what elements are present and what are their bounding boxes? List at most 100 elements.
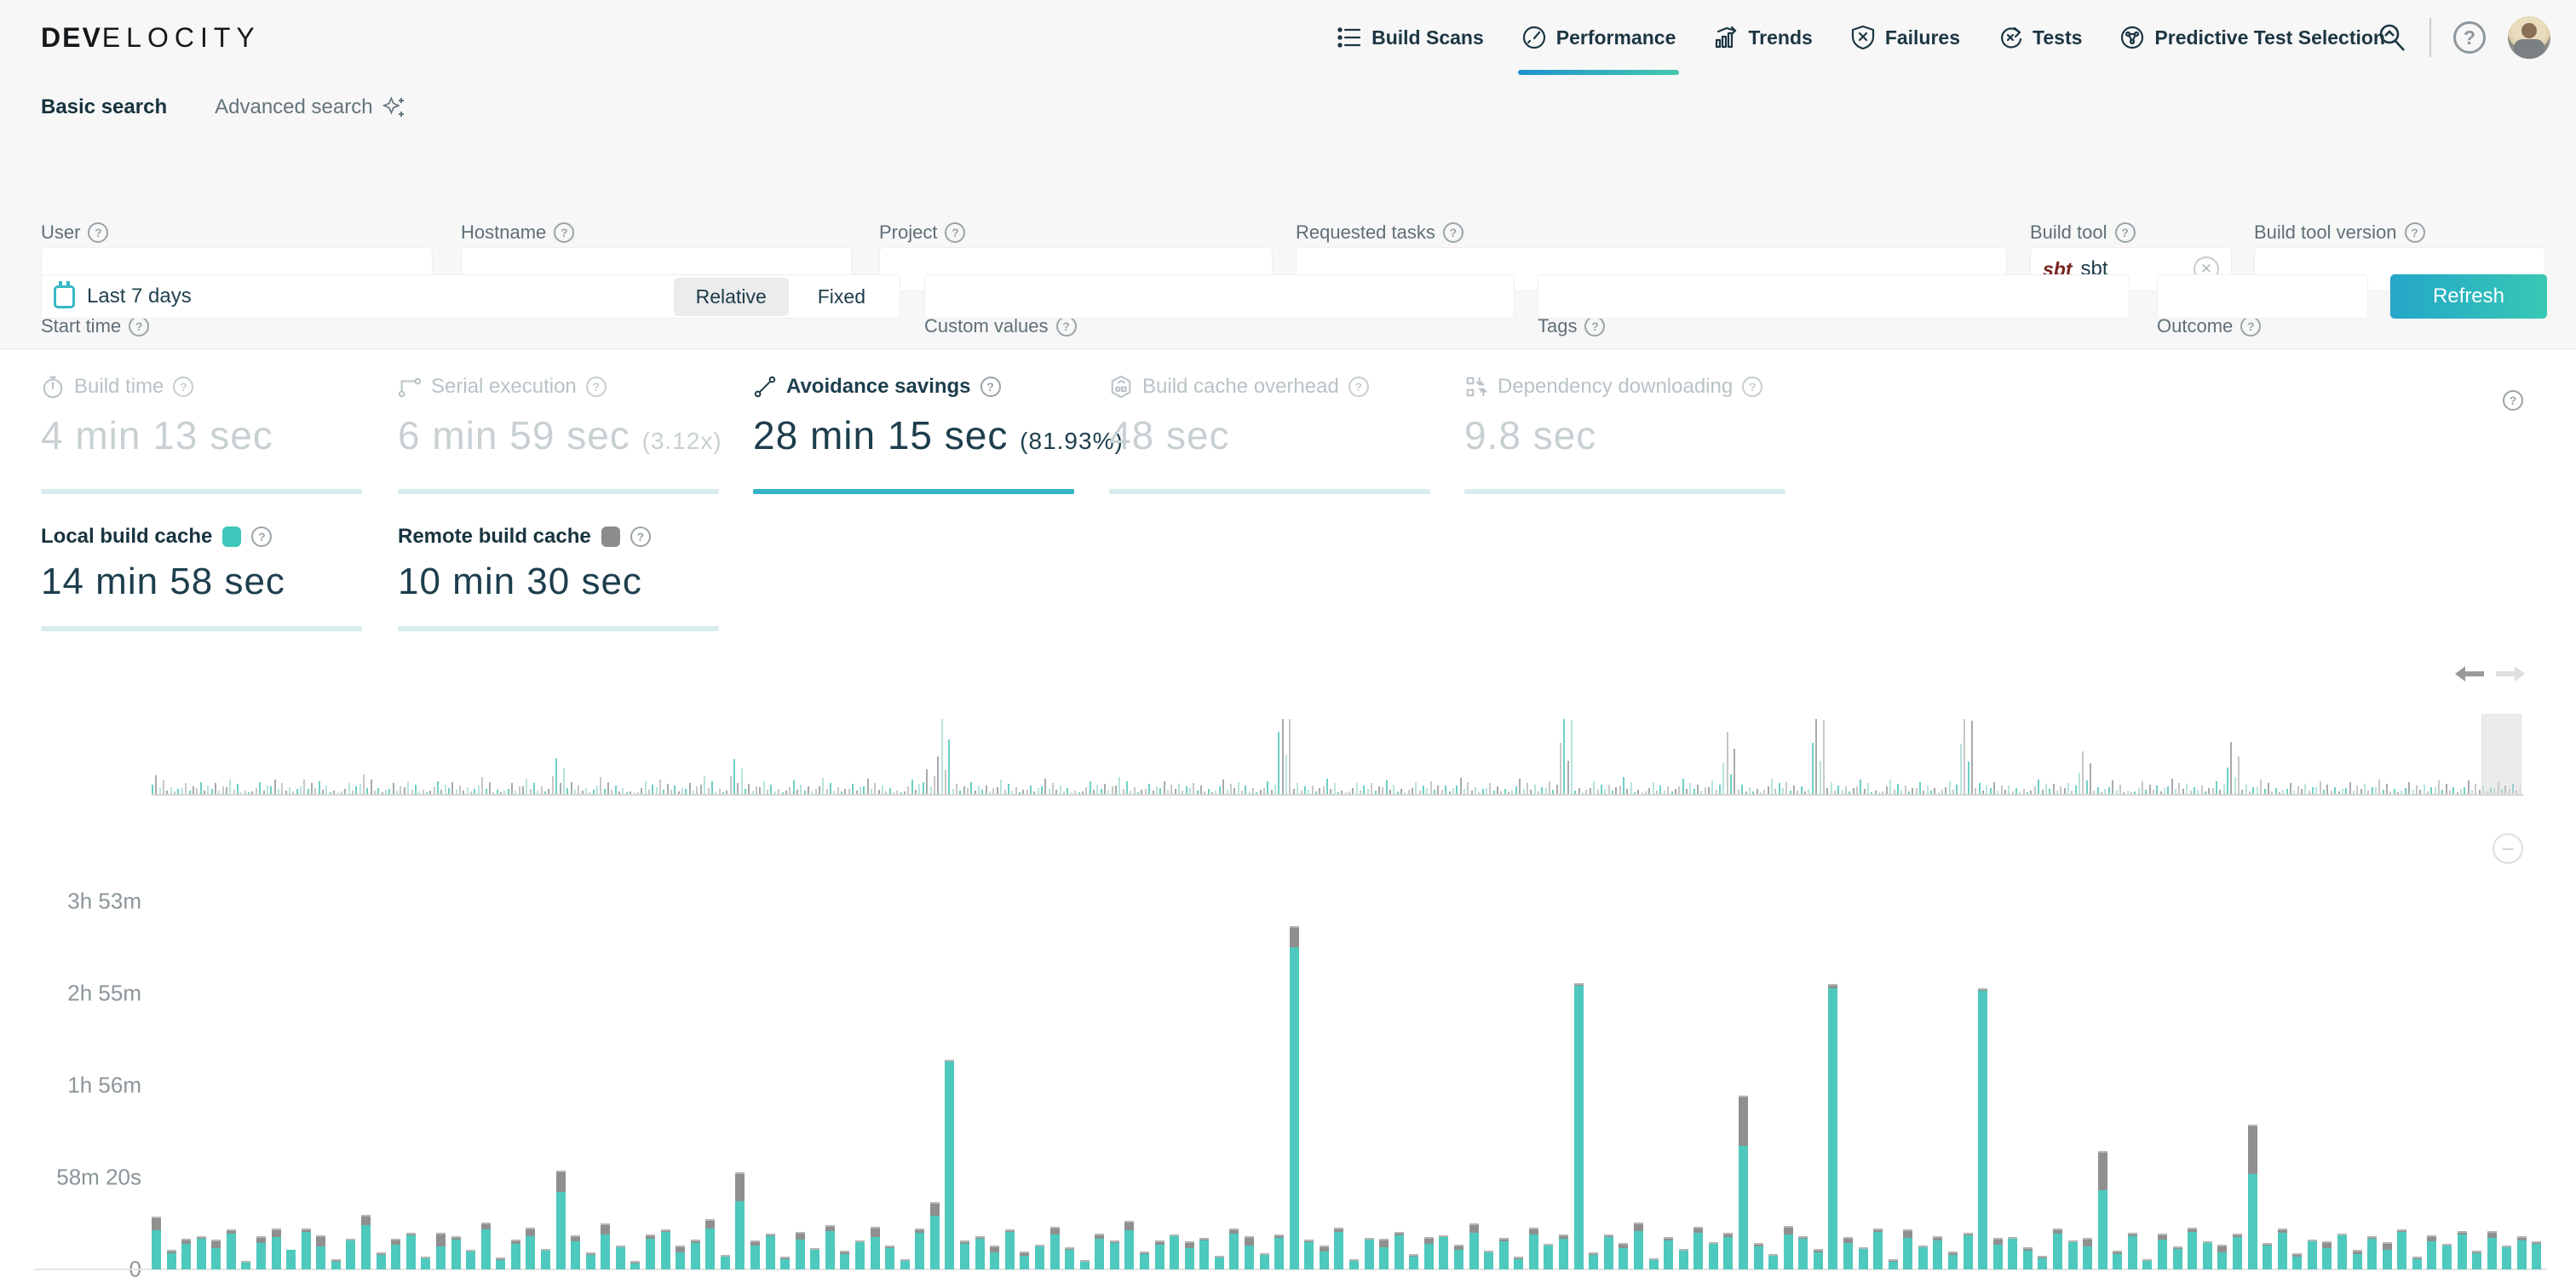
build-bar[interactable]	[421, 1257, 430, 1269]
tags-input[interactable]	[1538, 274, 2130, 319]
build-bar[interactable]	[2203, 1241, 2212, 1269]
build-bar[interactable]	[1559, 1234, 1568, 1269]
build-bar[interactable]	[1948, 1251, 1958, 1269]
nav-item-failures[interactable]: Failures	[1850, 0, 1960, 75]
build-bar[interactable]	[451, 1236, 461, 1270]
build-bar[interactable]	[1469, 1223, 1479, 1269]
build-bar[interactable]	[586, 1252, 595, 1269]
build-bar[interactable]	[1693, 1227, 1703, 1269]
question-icon[interactable]: ?	[2240, 316, 2261, 337]
build-bar[interactable]	[2308, 1240, 2317, 1269]
start-time-field[interactable]: Last 7 days Relative Fixed	[41, 274, 900, 319]
build-bar[interactable]	[541, 1249, 550, 1269]
build-bar[interactable]	[1439, 1235, 1448, 1269]
build-bar[interactable]	[855, 1240, 865, 1269]
build-bar[interactable]	[2472, 1251, 2481, 1269]
build-bar[interactable]	[1020, 1251, 1029, 1269]
build-bar[interactable]	[346, 1239, 355, 1269]
build-bar[interactable]	[2322, 1241, 2332, 1269]
build-bar[interactable]	[1679, 1249, 1688, 1269]
build-bar[interactable]	[1544, 1244, 1553, 1269]
question-icon[interactable]: ?	[1348, 377, 1369, 397]
build-bar[interactable]	[1499, 1238, 1509, 1269]
build-bar[interactable]	[272, 1228, 281, 1269]
build-bar[interactable]	[1918, 1246, 1928, 1270]
nav-item-tests[interactable]: Tests	[1998, 0, 2082, 75]
build-bar[interactable]	[466, 1250, 475, 1269]
help-icon[interactable]: ?	[2453, 21, 2486, 54]
outcome-input[interactable]	[2157, 274, 2368, 319]
build-bar[interactable]	[481, 1223, 491, 1269]
question-icon[interactable]: ?	[554, 222, 574, 243]
question-icon[interactable]: ?	[980, 377, 1001, 397]
question-icon[interactable]: ?	[1056, 316, 1077, 337]
build-bar[interactable]	[2173, 1246, 2182, 1269]
build-bar[interactable]	[1873, 1228, 1883, 1269]
metric-tab-avoidance-savings[interactable]: Avoidance savings ? 28 min 15 sec (81.93…	[753, 375, 1074, 494]
question-icon[interactable]: ?	[1443, 222, 1463, 243]
build-bar[interactable]	[2412, 1257, 2422, 1269]
build-bar[interactable]	[1604, 1234, 1613, 1269]
build-bar[interactable]	[1529, 1228, 1538, 1269]
build-bar[interactable]	[1424, 1237, 1434, 1269]
build-bar[interactable]	[316, 1235, 325, 1270]
build-bar[interactable]	[1978, 988, 1987, 1269]
build-bar[interactable]	[241, 1261, 250, 1269]
build-bar[interactable]	[1649, 1258, 1659, 1269]
build-bar[interactable]	[735, 1172, 745, 1269]
build-bar[interactable]	[1334, 1228, 1343, 1269]
build-bar[interactable]	[825, 1225, 835, 1269]
timeline-overview-brush[interactable]	[152, 716, 2523, 796]
build-bar[interactable]	[526, 1228, 535, 1269]
build-bar[interactable]	[2383, 1242, 2392, 1269]
question-icon[interactable]: ?	[1584, 316, 1605, 337]
build-bar[interactable]	[945, 1060, 954, 1269]
build-bar[interactable]	[616, 1246, 625, 1270]
question-icon[interactable]: ?	[251, 526, 272, 547]
build-bar[interactable]	[2442, 1244, 2452, 1269]
build-bar[interactable]	[511, 1240, 520, 1269]
build-bar[interactable]	[1664, 1237, 1673, 1269]
next-page-arrow-icon[interactable]	[2494, 665, 2527, 683]
nav-item-performance[interactable]: Performance	[1521, 0, 1676, 75]
metric-tab-build-cache-overhead[interactable]: Build cache overhead ? 48 sec	[1109, 375, 1430, 494]
build-bar[interactable]	[1155, 1240, 1164, 1269]
build-bar[interactable]	[2098, 1151, 2107, 1269]
build-bar[interactable]	[1005, 1229, 1015, 1269]
build-bar[interactable]	[1215, 1256, 1224, 1269]
build-bar[interactable]	[227, 1229, 236, 1269]
fixed-toggle[interactable]: Fixed	[796, 278, 888, 316]
build-bar[interactable]	[990, 1246, 999, 1269]
build-bar[interactable]	[885, 1246, 894, 1269]
build-bar[interactable]	[1320, 1246, 1329, 1269]
build-bar[interactable]	[181, 1239, 191, 1269]
build-bar[interactable]	[1394, 1232, 1404, 1269]
question-icon[interactable]: ?	[586, 377, 607, 397]
build-bar[interactable]	[1349, 1259, 1359, 1269]
question-icon[interactable]: ?	[945, 222, 965, 243]
build-bar[interactable]	[691, 1240, 700, 1270]
build-bar[interactable]	[2517, 1236, 2527, 1269]
build-bar[interactable]	[1185, 1241, 1194, 1269]
nav-item-build-scans[interactable]: Build Scans	[1337, 0, 1484, 75]
build-bar[interactable]	[601, 1223, 610, 1269]
build-bar[interactable]	[1798, 1236, 1808, 1269]
build-bar[interactable]	[1589, 1252, 1598, 1269]
build-bar[interactable]	[2158, 1234, 2167, 1269]
question-icon[interactable]: ?	[173, 377, 193, 397]
question-icon[interactable]: ?	[129, 316, 149, 337]
build-bar[interactable]	[256, 1236, 266, 1269]
build-bar[interactable]	[630, 1261, 640, 1269]
build-bar[interactable]	[780, 1257, 790, 1269]
build-bar[interactable]	[1784, 1226, 1793, 1269]
build-bar[interactable]	[915, 1228, 924, 1269]
build-bar[interactable]	[1409, 1254, 1418, 1269]
refresh-button[interactable]: Refresh	[2390, 274, 2547, 319]
build-bar[interactable]	[2502, 1246, 2511, 1269]
build-bar[interactable]	[1454, 1245, 1463, 1269]
build-bar[interactable]	[1859, 1247, 1868, 1269]
build-bar[interactable]	[1095, 1234, 1104, 1269]
tab-basic-search[interactable]: Basic search	[41, 95, 167, 119]
metric-tab-serial-execution[interactable]: Serial execution ? 6 min 59 sec (3.12x)	[398, 375, 719, 494]
build-bar[interactable]	[2248, 1125, 2257, 1269]
